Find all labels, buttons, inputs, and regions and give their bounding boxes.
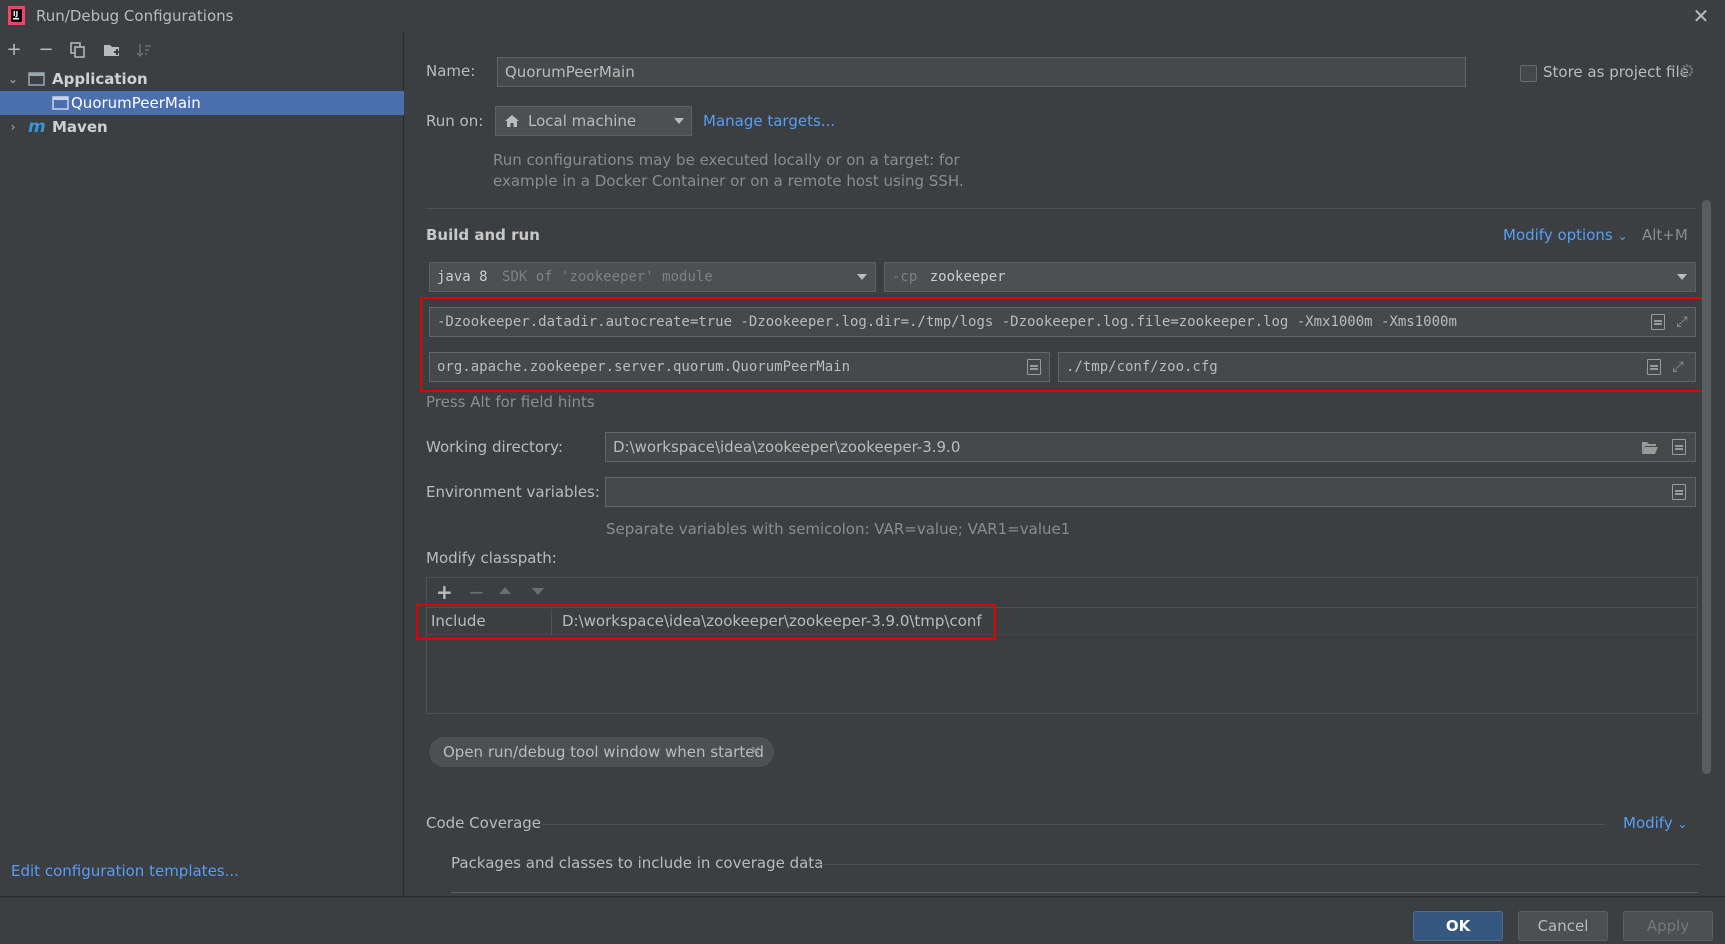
modify-classpath-label: Modify classpath:: [426, 549, 557, 567]
minus-icon: −: [38, 39, 54, 60]
run-on-dropdown[interactable]: Local machine: [495, 106, 692, 136]
env-variables-hint: Separate variables with semicolon: VAR=v…: [606, 520, 1071, 538]
folder-add-icon: [104, 45, 120, 56]
jdk-dropdown[interactable]: java 8 SDK of 'zookeeper' module: [429, 262, 876, 292]
run-on-hint-line1: Run configurations may be executed local…: [493, 151, 960, 169]
jdk-hint: SDK of 'zookeeper' module: [502, 269, 713, 285]
maven-icon: m: [28, 117, 46, 137]
document-icon[interactable]: [1672, 439, 1686, 455]
scrollbar[interactable]: [1702, 200, 1711, 774]
title-bar: IJ Run/Debug Configurations ✕: [0, 0, 1725, 32]
manage-targets-link[interactable]: Manage targets...: [703, 112, 835, 130]
ok-button[interactable]: OK: [1413, 911, 1503, 941]
modify-options-shortcut: Alt+M: [1642, 226, 1688, 244]
new-folder-button[interactable]: [99, 38, 125, 62]
config-form: Name: QuorumPeerMain Store as project fi…: [405, 32, 1725, 896]
apply-button[interactable]: Apply: [1623, 911, 1713, 941]
dropdown-arrow-icon: [674, 118, 684, 124]
plus-icon: +: [6, 39, 22, 60]
tree-node-quorumpeermain[interactable]: QuorumPeerMain: [0, 91, 404, 115]
working-directory-label: Working directory:: [426, 438, 564, 456]
coverage-modify-text: Modify: [1623, 814, 1673, 832]
coverage-modify-link[interactable]: Modify ⌄: [1623, 814, 1688, 832]
config-tree-panel: + − ⌄ Application QuorumPeerMain › m Mav…: [0, 32, 404, 896]
run-on-value: Local machine: [528, 112, 637, 130]
classpath-table: + − Include D:\workspace\idea\zookeeper\…: [426, 577, 1698, 714]
highlight-box-classpath: [416, 604, 996, 640]
svg-text:IJ: IJ: [13, 10, 18, 18]
chevron-down-icon: ⌄: [1617, 229, 1628, 243]
close-icon[interactable]: ✕: [750, 737, 761, 767]
store-as-project-checkbox[interactable]: [1520, 65, 1537, 82]
tree-label-quorumpeermain: QuorumPeerMain: [71, 94, 201, 112]
window-title: Run/Debug Configurations: [36, 7, 234, 25]
folder-open-icon[interactable]: [1641, 440, 1659, 455]
name-input[interactable]: QuorumPeerMain: [497, 57, 1466, 87]
chevron-right-icon[interactable]: ›: [6, 115, 20, 139]
store-as-project-label: Store as project file: [1543, 63, 1689, 81]
home-icon: [505, 115, 519, 127]
dropdown-arrow-icon: [857, 274, 867, 280]
modify-options-link[interactable]: Modify options ⌄: [1503, 226, 1628, 244]
sort-icon: [136, 44, 151, 58]
working-directory-input[interactable]: D:\workspace\idea\zookeeper\zookeeper-3.…: [605, 432, 1696, 462]
run-on-label: Run on:: [426, 112, 484, 130]
add-config-button[interactable]: +: [1, 38, 27, 62]
build-and-run-heading: Build and run: [426, 226, 540, 244]
modify-options-text: Modify options: [1503, 226, 1613, 244]
add-classpath-button[interactable]: +: [436, 580, 453, 604]
jdk-version: java 8: [437, 269, 488, 285]
dropdown-arrow-icon: [1677, 274, 1687, 280]
application-config-icon: [52, 96, 69, 110]
alt-hint: Press Alt for field hints: [426, 393, 595, 411]
code-coverage-label: Code Coverage: [426, 814, 542, 832]
separator: [426, 208, 1696, 209]
document-icon[interactable]: [1672, 484, 1686, 500]
env-variables-label: Environment variables:: [426, 483, 600, 501]
chevron-down-icon: ⌄: [1677, 817, 1688, 831]
coverage-packages-label: Packages and classes to include in cover…: [451, 854, 824, 872]
highlight-box-options: [420, 297, 1705, 392]
name-value: QuorumPeerMain: [505, 63, 635, 81]
move-down-icon[interactable]: [532, 588, 544, 595]
intellij-app-icon: IJ: [8, 6, 25, 25]
classpath-module-dropdown[interactable]: -cp zookeeper: [884, 262, 1696, 292]
tree-node-maven[interactable]: › m Maven: [0, 115, 404, 139]
remove-classpath-button[interactable]: −: [468, 580, 485, 604]
tree-node-application[interactable]: ⌄ Application: [0, 67, 404, 91]
working-directory-value: D:\workspace\idea\zookeeper\zookeeper-3.…: [613, 438, 961, 456]
sort-button[interactable]: [131, 38, 157, 62]
separator: [815, 864, 1700, 865]
remove-config-button[interactable]: −: [33, 38, 59, 62]
gear-icon[interactable]: ⚙: [1679, 61, 1695, 82]
cp-module: zookeeper: [929, 269, 1006, 285]
cancel-button[interactable]: Cancel: [1518, 911, 1608, 941]
separator: [542, 824, 1605, 825]
application-icon: [28, 72, 45, 86]
chip-label: Open run/debug tool window when started: [443, 743, 764, 761]
copy-config-button[interactable]: [65, 38, 91, 62]
tree-toolbar: + −: [0, 34, 404, 66]
copy-icon: [70, 42, 85, 58]
tree-label-maven: Maven: [52, 118, 108, 136]
move-up-icon[interactable]: [499, 587, 511, 594]
env-variables-input[interactable]: [605, 477, 1696, 507]
cp-prefix: -cp: [892, 269, 918, 285]
run-on-hint-line2: example in a Docker Container or on a re…: [493, 172, 964, 190]
name-label: Name:: [426, 62, 476, 80]
chevron-down-icon[interactable]: ⌄: [6, 67, 20, 91]
close-icon[interactable]: ✕: [1690, 5, 1712, 27]
edit-templates-link[interactable]: Edit configuration templates...: [11, 862, 239, 880]
open-tool-window-chip[interactable]: Open run/debug tool window when started …: [429, 737, 774, 767]
tree-label-application: Application: [52, 70, 148, 88]
